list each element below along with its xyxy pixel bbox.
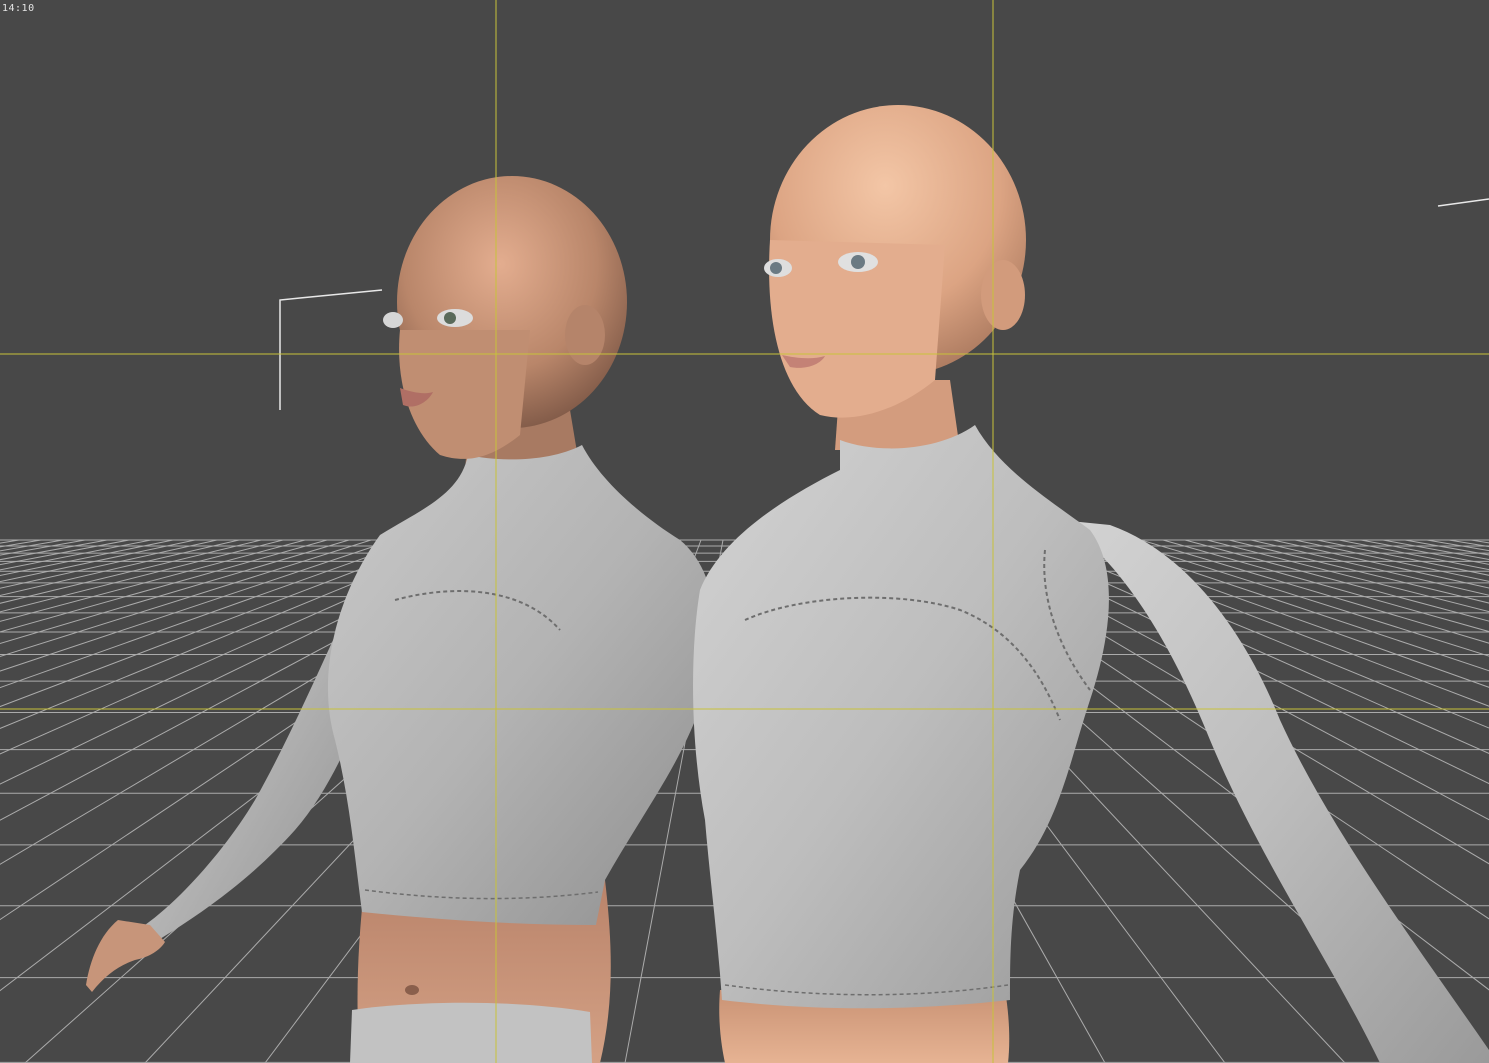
- right-figure-ear: [981, 260, 1025, 330]
- scene-render[interactable]: [0, 0, 1489, 1063]
- left-figure-shorts: [350, 1002, 592, 1063]
- left-figure-ear: [565, 305, 605, 365]
- left-figure-navel: [405, 985, 419, 995]
- 3d-viewport[interactable]: 14:10: [0, 0, 1489, 1063]
